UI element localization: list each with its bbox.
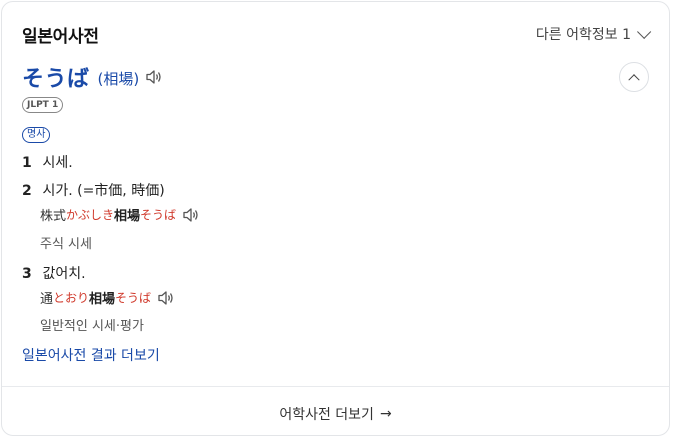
chevron-up-icon [628, 74, 640, 86]
collapse-button[interactable] [619, 62, 649, 92]
part-of-speech-badge: 명사 [22, 127, 51, 143]
example-word-reading: そうば [140, 208, 177, 222]
speaker-icon[interactable] [157, 290, 175, 306]
example-prefix: 株式 [40, 209, 67, 224]
sense-number: 3 [22, 266, 32, 282]
example-sentence: 通 とおり 相場 そうば [40, 288, 175, 307]
dictionary-title: 일본어사전 [22, 26, 99, 47]
headword: そうば [22, 67, 90, 92]
sense-2: 2 시가. (=市価, 時価) [22, 180, 165, 200]
example-prefix-reading: かぶしき [66, 208, 115, 222]
more-dictionary-button[interactable]: 어학사전 더보기 → [2, 400, 669, 428]
sense-number: 1 [22, 155, 32, 171]
speaker-icon[interactable] [182, 207, 200, 223]
example-word: 相場 [114, 209, 141, 224]
arrow-right-icon: → [379, 406, 392, 422]
card-header: 일본어사전 다른 어학정보 1 [22, 22, 652, 47]
example-sentence: 株式 かぶしき 相場 そうば [40, 205, 200, 224]
sense-1: 1 시세. [22, 152, 73, 172]
more-results-link[interactable]: 일본어사전 결과 더보기 [22, 345, 160, 365]
speaker-icon[interactable] [145, 69, 163, 85]
example-word-reading: そうば [115, 291, 152, 305]
example-prefix-reading: とおり [53, 291, 90, 305]
example-translation: 일반적인 시세·평가 [40, 319, 144, 334]
example-translation: 주식 시세 [40, 237, 92, 252]
dictionary-card: 일본어사전 다른 어학정보 1 そうば (相場) JLPT 1 명사 1 시세.… [1, 1, 670, 436]
chevron-down-icon [637, 24, 652, 39]
sense-3: 3 값어치. [22, 263, 86, 283]
sense-meaning: 값어치. [42, 266, 86, 282]
other-language-info-dropdown[interactable]: 다른 어학정보 1 [535, 24, 652, 44]
example-word: 相場 [89, 292, 116, 307]
other-language-info-label: 다른 어학정보 1 [535, 27, 631, 43]
entry-headword-row: そうば (相場) [22, 62, 649, 92]
sense-meaning: 시가. (=市価, 時価) [42, 183, 165, 199]
sense-meaning: 시세. [42, 155, 73, 171]
divider [2, 386, 669, 387]
more-dictionary-label: 어학사전 더보기 [279, 407, 374, 423]
headword-kanji: (相場) [97, 70, 140, 88]
sense-number: 2 [22, 183, 32, 199]
jlpt-badge: JLPT 1 [22, 97, 64, 113]
example-prefix: 通 [40, 292, 54, 307]
